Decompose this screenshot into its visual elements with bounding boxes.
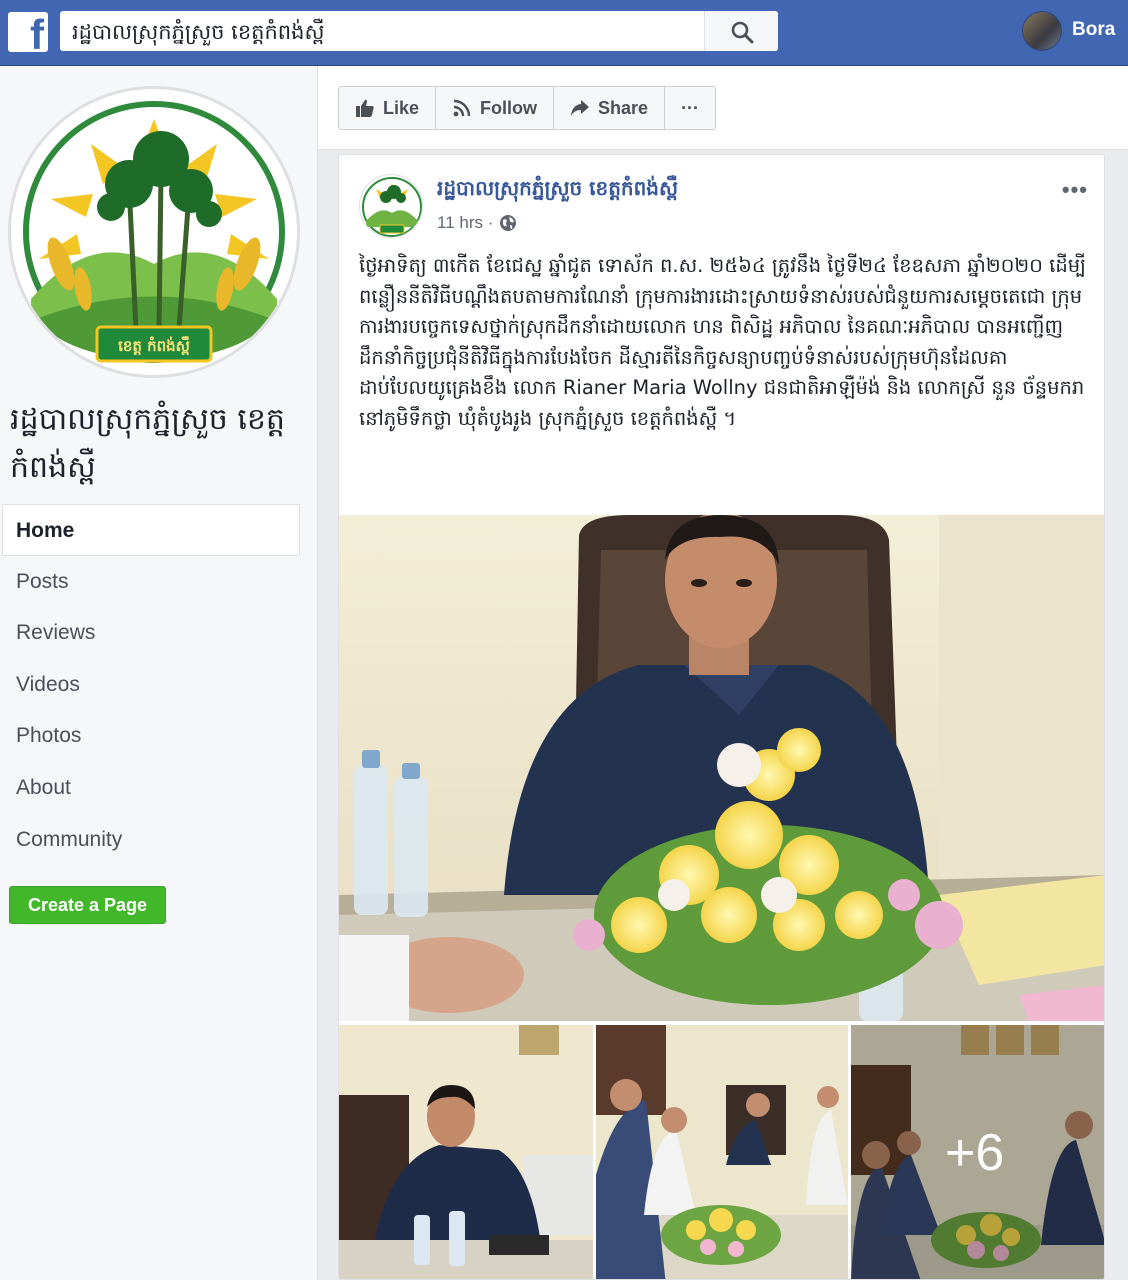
district-logo: ខេត្ត កំពង់ស្ពឺ bbox=[23, 101, 285, 363]
page-action-bar: Like Follow Share ··· bbox=[318, 66, 1128, 150]
post-time-text: 11 hrs · bbox=[437, 213, 494, 232]
nav-videos[interactable]: Videos bbox=[0, 659, 318, 711]
facebook-logo-icon[interactable]: f bbox=[8, 12, 48, 56]
top-navigation-bar: f រដ្ឋបាលស្រុកភ្នំស្រួច ខេត្តកំពង់ស្ពឺ B… bbox=[0, 0, 1128, 66]
like-button[interactable]: Like bbox=[339, 87, 437, 129]
rss-follow-icon bbox=[453, 99, 471, 117]
search-icon bbox=[731, 21, 754, 44]
page-navigation: Home Posts Reviews Videos Photos About C… bbox=[0, 504, 318, 865]
search-box[interactable]: រដ្ឋបាលស្រុកភ្នំស្រួច ខេត្តកំពង់ស្ពឺ bbox=[60, 11, 778, 51]
nav-posts[interactable]: Posts bbox=[0, 556, 318, 608]
post-photo-thumbnail-1[interactable] bbox=[339, 1025, 593, 1279]
profile-name[interactable]: Bora bbox=[1072, 19, 1115, 41]
left-sidebar: ខេត្ត កំពង់ស្ពឺ រដ្ឋបាលស្រុកភ្នំស្រួច ខេ… bbox=[0, 66, 318, 1280]
action-button-group: Like Follow Share ··· bbox=[338, 86, 717, 130]
svg-text:ខេត្ត កំពង់ស្ពឺ: ខេត្ត កំពង់ស្ពឺ bbox=[118, 336, 190, 355]
avatar[interactable] bbox=[1022, 11, 1062, 51]
post-main-photo[interactable] bbox=[339, 515, 1104, 1021]
more-actions-button[interactable]: ··· bbox=[665, 87, 715, 129]
meeting-photo-thumb-1 bbox=[339, 1025, 593, 1279]
post-card: រដ្ឋបាលស្រុកភ្នំស្រួច ខេត្តកំពង់ស្ពឺ 11 … bbox=[338, 154, 1105, 1280]
thumbs-up-icon bbox=[356, 99, 374, 117]
nav-community[interactable]: Community bbox=[0, 814, 318, 866]
district-logo-small bbox=[362, 177, 422, 237]
search-input[interactable]: រដ្ឋបាលស្រុកភ្នំស្រួច ខេត្តកំពង់ស្ពឺ bbox=[72, 19, 324, 50]
share-label: Share bbox=[598, 97, 649, 118]
post-timestamp[interactable]: 11 hrs · bbox=[437, 213, 517, 233]
page-profile-picture[interactable]: ខេត្ត កំពង់ស្ពឺ bbox=[8, 86, 300, 378]
post-options-icon[interactable]: ••• bbox=[1062, 177, 1088, 203]
post-photo-thumbnail-2[interactable] bbox=[596, 1025, 848, 1279]
follow-button[interactable]: Follow bbox=[436, 87, 555, 129]
create-page-button[interactable]: Create a Page bbox=[9, 886, 166, 924]
nav-photos[interactable]: Photos bbox=[0, 710, 318, 762]
nav-reviews[interactable]: Reviews bbox=[0, 607, 318, 659]
page-title: រដ្ឋបាលស្រុកភ្នំស្រួច ខេត្តកំពង់ស្ពឺ bbox=[10, 402, 285, 485]
share-button[interactable]: Share bbox=[554, 87, 666, 129]
meeting-photo-thumb-2 bbox=[596, 1025, 848, 1279]
post-photo-thumbnail-3[interactable]: +6 bbox=[851, 1025, 1104, 1279]
nav-home[interactable]: Home bbox=[2, 504, 300, 556]
post-author-name[interactable]: រដ្ឋបាលស្រុកភ្នំស្រួច ខេត្តកំពង់ស្ពឺ bbox=[437, 175, 678, 205]
post-author-avatar[interactable] bbox=[359, 174, 423, 238]
meeting-photo bbox=[339, 515, 1104, 1021]
like-label: Like bbox=[383, 97, 420, 118]
share-arrow-icon bbox=[571, 100, 590, 116]
more-photos-count[interactable]: +6 bbox=[945, 1123, 1004, 1183]
globe-icon bbox=[500, 215, 517, 231]
search-button[interactable] bbox=[704, 11, 778, 51]
post-message: ថ្ងៃអាទិត្យ ៣កើត ខែជេស្ឋ ឆ្នាំជូត ទោស័ក … bbox=[359, 254, 1086, 430]
more-dots-icon: ··· bbox=[681, 97, 700, 118]
follow-label: Follow bbox=[480, 97, 538, 118]
nav-about[interactable]: About bbox=[0, 762, 318, 814]
